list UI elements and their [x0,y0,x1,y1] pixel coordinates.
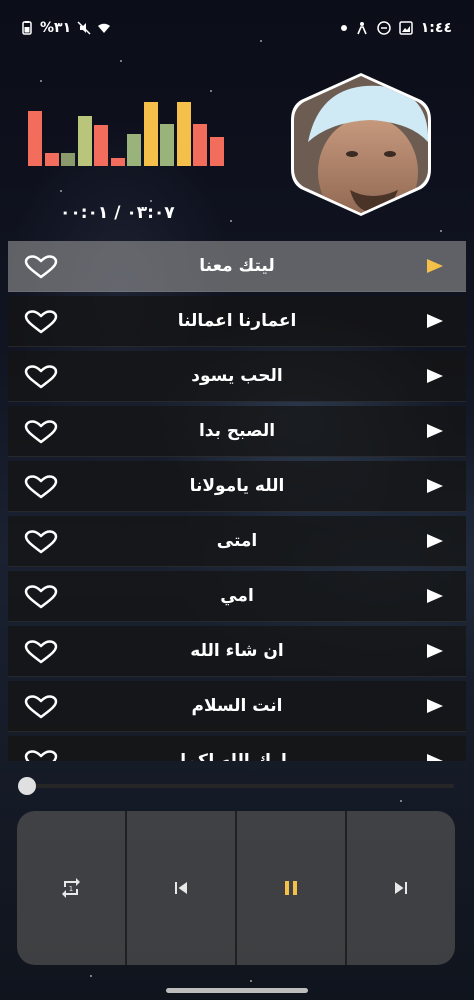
track-title[interactable]: الله يامولانا [68,461,406,511]
play-icon[interactable] [426,257,444,275]
heart-icon[interactable] [24,530,58,554]
track-title[interactable]: بارك الله لكما [68,736,406,761]
track-row[interactable]: الحب يسود [8,351,466,402]
seek-bar[interactable] [18,776,454,796]
status-right: ١:٤٤ [340,20,452,36]
track-title[interactable]: انت السلام [68,681,406,731]
wifi-icon [98,23,111,33]
heart-icon[interactable] [24,420,58,444]
heart-icon[interactable] [24,310,58,334]
previous-button[interactable] [125,811,235,965]
equalizer-bar [77,116,92,166]
play-icon[interactable] [426,752,444,761]
track-row[interactable]: بارك الله لكما [8,736,466,761]
heart-icon[interactable] [24,365,58,389]
play-icon[interactable] [426,312,444,330]
equalizer-bar [143,102,158,166]
repeat-button[interactable]: 1 [17,811,125,965]
battery-percent: %٣١ [40,20,72,36]
gallery-icon [399,21,413,35]
playback-controls: 1 [17,811,455,965]
heart-icon[interactable] [24,585,58,609]
track-title[interactable]: امتى [68,516,406,566]
track-row[interactable]: امتى [8,516,466,567]
home-indicator[interactable] [166,988,308,993]
track-row[interactable]: ان شاء الله [8,626,466,677]
status-left: %٣١ [20,20,111,36]
play-icon[interactable] [426,477,444,495]
track-row[interactable]: انت السلام [8,681,466,732]
svg-text:1: 1 [69,885,73,893]
equalizer-bar [110,158,125,166]
repeat-icon: 1 [62,878,80,898]
equalizer-bar [61,153,75,166]
equalizer-bar [127,134,141,166]
track-row[interactable]: الصبح بدا [8,406,466,457]
artist-avatar [290,72,432,217]
equalizer-visualizer [28,96,228,166]
status-bar: %٣١ ١:٤٤ [0,0,474,60]
track-row[interactable]: امي [8,571,466,622]
play-icon[interactable] [426,367,444,385]
heart-icon[interactable] [24,640,58,664]
heart-icon[interactable] [24,255,58,279]
accessibility-icon [357,22,367,35]
heart-icon[interactable] [24,695,58,719]
equalizer-bar [193,124,207,166]
equalizer-bar [28,111,42,166]
equalizer-bar [44,153,59,166]
pause-icon [285,881,297,895]
track-title[interactable]: ليتك معنا [68,241,406,291]
pause-button[interactable] [235,811,345,965]
seek-handle[interactable] [18,777,36,795]
heart-icon[interactable] [24,750,58,761]
status-time: ١:٤٤ [420,20,452,36]
equalizer-bar [176,102,191,166]
do-not-disturb-icon [377,21,391,35]
skip-previous-icon [175,882,187,894]
seek-track[interactable] [18,784,454,788]
mute-icon [77,21,91,35]
track-title[interactable]: الصبح بدا [68,406,406,456]
notification-dot-icon [340,25,347,31]
track-title[interactable]: امي [68,571,406,621]
play-icon[interactable] [426,587,444,605]
track-title[interactable]: ان شاء الله [68,626,406,676]
equalizer-bar [209,137,224,166]
playback-time: ٠٣:٠٧ / ٠٠:٠١ [60,203,175,223]
skip-next-icon [395,882,407,894]
battery-icon [22,21,32,35]
play-icon[interactable] [426,422,444,440]
play-icon[interactable] [426,697,444,715]
track-title[interactable]: الحب يسود [68,351,406,401]
equalizer-bar [94,125,108,166]
play-icon[interactable] [426,532,444,550]
track-row[interactable]: اعمارنا اعمالنا [8,296,466,347]
track-row[interactable]: ليتك معنا [8,241,466,292]
heart-icon[interactable] [24,475,58,499]
play-icon[interactable] [426,642,444,660]
track-title[interactable]: اعمارنا اعمالنا [68,296,406,346]
track-list[interactable]: ليتك معنا اعمارنا اعمالنا الحب يسود الصبح ب… [8,241,466,761]
track-row[interactable]: الله يامولانا [8,461,466,512]
next-button[interactable] [345,811,455,965]
equalizer-bar [160,124,174,166]
